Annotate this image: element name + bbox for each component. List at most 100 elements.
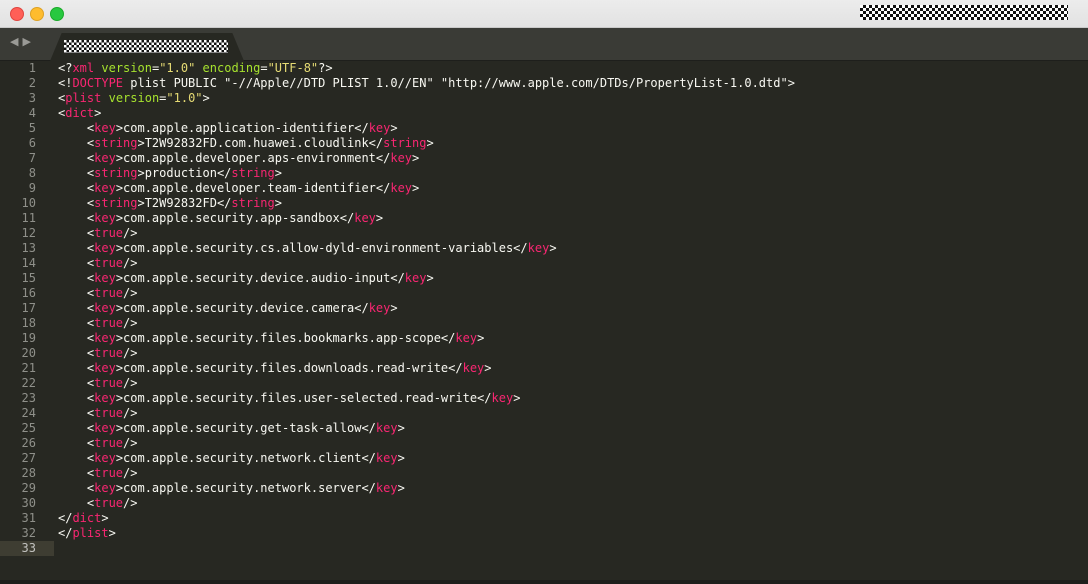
code-area[interactable]: <?xml version="1.0" encoding="UTF-8"?> <!… xyxy=(58,61,1088,556)
tab-back-icon[interactable]: ◀ xyxy=(10,35,22,48)
code-token: > xyxy=(390,121,398,135)
code-token: < xyxy=(58,181,95,195)
code-token: >com.apple.security.device.audio-input</ xyxy=(115,271,405,285)
line-number: 31 xyxy=(21,511,36,525)
code-token: >com.apple.security.network.server</ xyxy=(115,481,376,495)
code-token: < xyxy=(58,391,95,405)
line-number: 30 xyxy=(21,496,36,510)
code-line[interactable]: <true/> xyxy=(58,376,1088,391)
code-line[interactable]: <key>com.apple.security.get-task-allow</… xyxy=(58,421,1088,436)
code-line[interactable]: <dict> xyxy=(58,106,1088,121)
code-token: key xyxy=(94,331,116,345)
code-line[interactable]: <true/> xyxy=(58,316,1088,331)
code-token: plist xyxy=(72,526,109,540)
code-token: < xyxy=(58,286,95,300)
code-token: key xyxy=(94,391,116,405)
code-token: < xyxy=(58,256,95,270)
code-token: > xyxy=(202,91,210,105)
code-line[interactable]: <key>com.apple.application-identifier</k… xyxy=(58,121,1088,136)
code-token: >com.apple.application-identifier</ xyxy=(115,121,369,135)
code-token: > xyxy=(94,106,102,120)
line-number: 22 xyxy=(21,376,36,390)
code-line[interactable]: <true/> xyxy=(58,256,1088,271)
code-line[interactable]: <?xml version="1.0" encoding="UTF-8"?> xyxy=(58,61,1088,76)
line-number: 2 xyxy=(28,76,36,90)
code-token: < xyxy=(58,331,95,345)
code-token: key xyxy=(354,211,376,225)
code-token: >com.apple.security.app-sandbox</ xyxy=(115,211,355,225)
code-token: >T2W92832FD</ xyxy=(137,196,232,210)
code-line[interactable]: </plist> xyxy=(58,526,1088,541)
code-line[interactable]: <key>com.apple.security.files.bookmarks.… xyxy=(58,331,1088,346)
code-line[interactable]: < key>com.apple.security.cs.allow-dyld-en… xyxy=(58,241,1088,256)
code-line[interactable]: <string>T2W92832FD.com.huawei.cloudlink<… xyxy=(58,136,1088,151)
code-token: key xyxy=(94,151,116,165)
code-token: < xyxy=(58,406,95,420)
window-bottom-edge xyxy=(0,580,1088,584)
zoom-window-button[interactable] xyxy=(50,7,64,21)
code-token: /> xyxy=(123,466,138,480)
code-token: >com.apple.security.files.bookmarks.app-… xyxy=(115,331,456,345)
code-line[interactable]: <key>com.apple.security.files.downloads.… xyxy=(58,361,1088,376)
code-token: key xyxy=(94,271,116,285)
code-token: >com.apple.security.cs.allow-dyld-enviro… xyxy=(115,241,528,255)
code-token: string xyxy=(94,166,138,180)
code-token: < xyxy=(58,241,95,255)
code-line[interactable]: <key>com.apple.security.device.camera</k… xyxy=(58,301,1088,316)
line-number: 18 xyxy=(21,316,36,330)
line-number: 15 xyxy=(21,271,36,285)
code-token: true xyxy=(94,256,124,270)
tab-nav-arrows: ◀▶ xyxy=(10,35,35,48)
code-token: < xyxy=(58,376,95,390)
code-token: > xyxy=(101,511,109,525)
line-number: 10 xyxy=(21,196,36,210)
code-token: DOCTYPE xyxy=(72,76,124,90)
code-line[interactable]: <key>com.apple.security.network.client</… xyxy=(58,451,1088,466)
code-token: < xyxy=(58,301,95,315)
code-line[interactable] xyxy=(58,541,1088,556)
code-line[interactable]: <true/> xyxy=(58,406,1088,421)
line-number: 8 xyxy=(28,166,36,180)
tab-active-file[interactable] xyxy=(50,33,244,61)
code-token: /> xyxy=(123,436,138,450)
code-line[interactable]: <string>T2W92832FD</string> xyxy=(58,196,1088,211)
code-line[interactable]: <key>com.apple.developer.team-identifier… xyxy=(58,181,1088,196)
code-line[interactable]: <true/> xyxy=(58,286,1088,301)
code-token: key xyxy=(404,271,427,285)
code-line[interactable]: <key>com.apple.security.app-sandbox</key… xyxy=(58,211,1088,226)
code-token: <? xyxy=(58,61,73,75)
code-token: key xyxy=(94,301,116,315)
code-editor[interactable]: 1 2 3 4 5 6 7 8 9 10 11 12 13 14 15 16 17 18 19 20 21 22 23 24 2… xyxy=(0,61,1088,584)
code-token: key xyxy=(527,241,550,255)
code-line[interactable]: <key>com.apple.developer.aps-environment… xyxy=(58,151,1088,166)
code-token: > xyxy=(426,136,434,150)
line-number: 33 xyxy=(0,541,54,556)
code-line[interactable]: <true/> xyxy=(58,346,1088,361)
code-line[interactable]: <key>com.apple.security.network.server</… xyxy=(58,481,1088,496)
line-number: 19 xyxy=(21,331,36,345)
code-line[interactable]: <true/> xyxy=(58,436,1088,451)
code-token: /> xyxy=(123,496,138,510)
code-line[interactable]: <key>com.apple.security.device.audio-inp… xyxy=(58,271,1088,286)
code-line[interactable]: <true/> xyxy=(58,496,1088,511)
tab-forward-icon[interactable]: ▶ xyxy=(22,35,34,48)
close-window-button[interactable] xyxy=(10,7,24,21)
code-token: <! xyxy=(58,76,73,90)
code-line[interactable]: <string>production</string> xyxy=(58,166,1088,181)
code-line[interactable]: <true/> xyxy=(58,466,1088,481)
minimize-window-button[interactable] xyxy=(30,7,44,21)
code-token: < xyxy=(58,211,95,225)
code-token: >com.apple.developer.aps-environment</ xyxy=(115,151,391,165)
code-line[interactable]: <key>com.apple.security.files.user-selec… xyxy=(58,391,1088,406)
code-token: < xyxy=(58,316,95,330)
code-line[interactable]: <!DOCTYPE plist PUBLIC "-//Apple//DTD PL… xyxy=(58,76,1088,91)
code-line[interactable]: <true/> xyxy=(58,226,1088,241)
line-number: 29 xyxy=(21,481,36,495)
code-token: true xyxy=(94,316,124,330)
code-token: version xyxy=(101,61,152,75)
code-token: version xyxy=(108,91,160,105)
code-line[interactable]: <plist version="1.0"> xyxy=(58,91,1088,106)
code-line[interactable]: </dict> xyxy=(58,511,1088,526)
code-token: >com.apple.security.network.client</ xyxy=(115,451,376,465)
